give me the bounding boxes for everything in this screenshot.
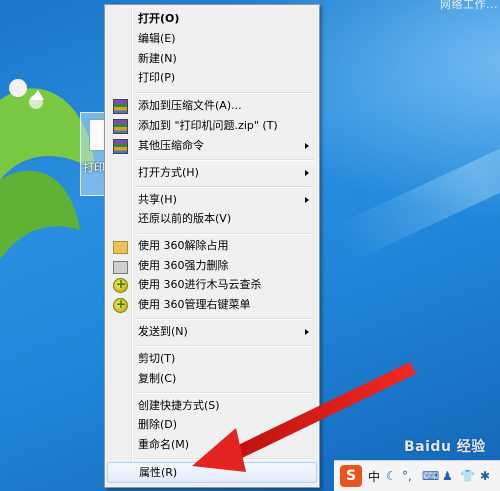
menu-separator (136, 345, 314, 347)
menu-item-other-compress[interactable]: 其他压缩命令 (107, 136, 317, 156)
menu-item-360-manage-menu[interactable]: 使用 360管理右键菜单 (107, 294, 317, 315)
sogou-logo-icon[interactable]: S (340, 465, 362, 487)
menu-item-label: 使用 360管理右键菜单 (138, 298, 251, 311)
menu-item-restore-versions[interactable]: 还原以前的版本(V) (107, 209, 317, 229)
desktop-top-right-text: 网络工作... (440, 0, 498, 11)
menu-separator (136, 318, 314, 320)
winrar-icon (113, 139, 128, 154)
menu-item-delete[interactable]: 删除(D) (107, 415, 317, 435)
folder-unlock-icon (113, 241, 128, 254)
keyboard-icon[interactable]: ⌨ (422, 469, 439, 483)
submenu-arrow-icon (305, 143, 309, 149)
settings-icon[interactable]: ✱ (480, 469, 490, 483)
menu-item-label: 使用 360强力删除 (138, 259, 229, 272)
menu-item-label: 打开方式(H) (138, 166, 199, 179)
menu-separator (136, 186, 314, 188)
menu-item-open-with[interactable]: 打开方式(H) (107, 163, 317, 183)
menu-item-label: 其他压缩命令 (138, 139, 204, 152)
menu-item-create-shortcut[interactable]: 创建快捷方式(S) (107, 396, 317, 416)
menu-item-cut[interactable]: 剪切(T) (107, 349, 317, 369)
baidu-watermark: Baidu 经验 (404, 439, 486, 455)
menu-item-label: 使用 360解除占用 (138, 239, 229, 252)
moon-icon[interactable]: ☾ (386, 469, 397, 483)
menu-item-label: 打印(P) (138, 71, 176, 84)
menu-item-label: 使用 360进行木马云查杀 (138, 278, 262, 291)
menu-item-send-to[interactable]: 发送到(N) (107, 322, 317, 342)
menu-item-360-force-delete[interactable]: 使用 360强力删除 (107, 256, 317, 276)
menu-item-label: 删除(D) (138, 418, 178, 431)
menu-item-label: 添加到 "打印机问题.zip" (T) (138, 119, 278, 132)
menu-item-add-to-archive[interactable]: 添加到压缩文件(A)... (107, 96, 317, 116)
menu-item-label: 还原以前的版本(V) (138, 212, 232, 225)
punctuation-icon[interactable]: °, (402, 469, 412, 483)
menu-item-360-unlock[interactable]: 使用 360解除占用 (107, 236, 317, 256)
menu-separator (136, 392, 314, 394)
360-shield-icon (113, 274, 128, 294)
menu-separator (136, 159, 314, 161)
menu-item-label: 发送到(N) (138, 325, 188, 338)
menu-item-open[interactable]: 打开(O) (107, 9, 317, 29)
ime-toolbar: S 中 ☾ °, ⌨ ♟ 👕 ✱ (334, 460, 500, 491)
ime-mode-toggle[interactable]: 中 (368, 468, 380, 485)
submenu-arrow-icon (305, 197, 309, 203)
menu-separator (136, 92, 314, 94)
menu-item-print[interactable]: 打印(P) (107, 68, 317, 88)
menu-separator (136, 458, 314, 460)
menu-item-label: 复制(C) (138, 372, 177, 385)
menu-item-label: 剪切(T) (138, 352, 176, 365)
menu-item-add-to-zip[interactable]: 添加到 "打印机问题.zip" (T) (107, 116, 317, 136)
submenu-arrow-icon (305, 329, 309, 335)
menu-item-label: 打开(O) (138, 12, 180, 25)
desktop-background: 网络工作... 打印机 打开(O) 编辑(E) 新建(N) 打印(P) 添加到压… (0, 0, 500, 491)
submenu-arrow-icon (305, 170, 309, 176)
menu-item-label: 新建(N) (138, 52, 177, 65)
menu-item-copy[interactable]: 复制(C) (107, 369, 317, 389)
menu-item-label: 创建快捷方式(S) (138, 399, 220, 412)
menu-item-share[interactable]: 共享(H) (107, 190, 317, 210)
menu-item-label: 共享(H) (138, 193, 177, 206)
360-shield-icon (113, 294, 128, 314)
menu-item-label: 属性(R) (139, 466, 178, 479)
menu-item-label: 添加到压缩文件(A)... (138, 99, 242, 112)
menu-item-360-trojan-scan[interactable]: 使用 360进行木马云查杀 (107, 274, 317, 295)
menu-item-label: 编辑(E) (138, 32, 176, 45)
menu-item-new[interactable]: 新建(N) (107, 49, 317, 69)
menu-separator (136, 233, 314, 235)
shirt-icon[interactable]: 👕 (460, 469, 475, 483)
menu-item-properties[interactable]: 属性(R) (107, 462, 317, 483)
winrar-icon (113, 119, 128, 134)
menu-item-rename[interactable]: 重命名(M) (107, 435, 317, 455)
menu-item-edit[interactable]: 编辑(E) (107, 29, 317, 49)
shredder-icon (113, 261, 128, 274)
winrar-icon (113, 99, 128, 114)
menu-item-label: 重命名(M) (138, 438, 190, 451)
user-icon[interactable]: ♟ (442, 469, 453, 483)
context-menu: 打开(O) 编辑(E) 新建(N) 打印(P) 添加到压缩文件(A)... 添加… (104, 4, 320, 488)
